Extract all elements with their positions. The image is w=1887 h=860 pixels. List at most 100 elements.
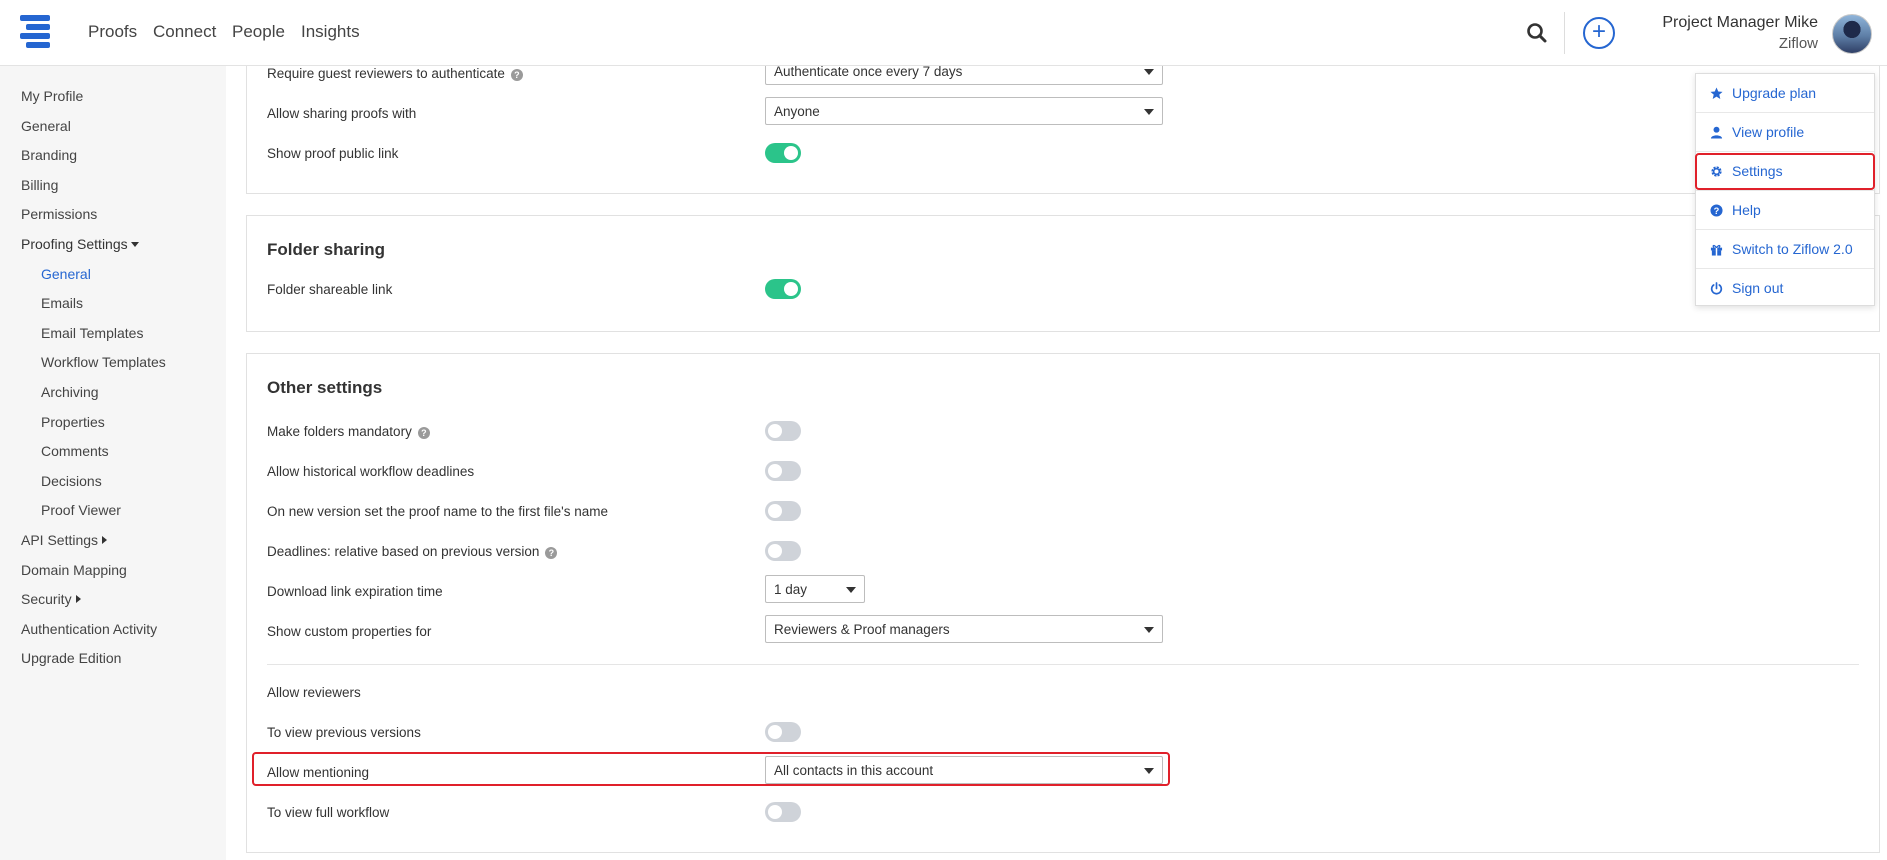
view-workflow-toggle[interactable] (765, 802, 801, 822)
avatar[interactable] (1832, 14, 1872, 54)
caret-right-icon (75, 595, 81, 603)
deadlines-relative-text: Deadlines: relative based on previous ve… (267, 544, 540, 559)
sharing-settings-card: Require guest reviewers to authenticate?… (246, 66, 1880, 194)
menu-item-label: Upgrade plan (1732, 85, 1817, 101)
menu-item-label: Sign out (1732, 280, 1784, 296)
menu-item-switch-ziflow[interactable]: Switch to Ziflow 2.0 (1696, 230, 1874, 269)
chevron-down-icon (1144, 69, 1154, 75)
nav-proofs[interactable]: Proofs (88, 22, 137, 42)
sidebar-subitem-general[interactable]: General (41, 266, 91, 282)
custom-properties-label: Show custom properties for (267, 624, 432, 639)
sidebar-item-upgrade-edition[interactable]: Upgrade Edition (21, 650, 121, 666)
sidebar-item-billing[interactable]: Billing (21, 177, 58, 193)
search-icon[interactable] (1526, 22, 1548, 44)
caret-down-icon (130, 242, 139, 247)
settings-sidebar: My Profile General Branding Billing Perm… (0, 66, 226, 860)
sidebar-subitem-decisions[interactable]: Decisions (41, 473, 102, 489)
nav-connect[interactable]: Connect (153, 22, 216, 42)
folders-mandatory-toggle[interactable] (765, 421, 801, 441)
deadlines-relative-toggle[interactable] (765, 541, 801, 561)
download-expiration-label: Download link expiration time (267, 584, 443, 599)
user-organization[interactable]: Ziflow (1779, 35, 1818, 52)
sidebar-item-api-settings[interactable]: API Settings (21, 532, 108, 548)
select-value: 1 day (774, 582, 808, 597)
svg-text:?: ? (1714, 206, 1720, 216)
settings-main: Require guest reviewers to authenticate?… (226, 66, 1887, 860)
other-settings-card: Other settings Make folders mandatory? A… (246, 353, 1880, 853)
sidebar-subitem-archiving[interactable]: Archiving (41, 384, 99, 400)
folder-shareable-toggle[interactable] (765, 279, 801, 299)
section-divider (267, 664, 1859, 665)
sidebar-item-label: Security (21, 591, 72, 607)
highlight-box (1695, 153, 1875, 190)
star-icon (1710, 87, 1723, 99)
highlight-box (252, 752, 1170, 786)
sidebar-item-label: Proofing Settings (21, 236, 128, 252)
require-guest-auth-select[interactable]: Authenticate once every 7 days (765, 66, 1163, 85)
menu-item-view-profile[interactable]: View profile (1696, 113, 1874, 152)
sidebar-item-security[interactable]: Security (21, 591, 81, 607)
allow-sharing-label: Allow sharing proofs with (267, 106, 417, 121)
folder-sharing-title: Folder sharing (267, 240, 386, 259)
question-circle-icon: ? (1710, 204, 1723, 217)
sidebar-item-proofing-settings[interactable]: Proofing Settings (21, 236, 139, 252)
ziflow-logo-icon[interactable] (20, 15, 54, 49)
public-link-toggle[interactable] (765, 143, 801, 163)
help-icon[interactable]: ? (417, 427, 430, 439)
view-previous-label: To view previous versions (267, 725, 421, 740)
view-previous-toggle[interactable] (765, 722, 801, 742)
help-icon[interactable]: ? (510, 69, 523, 81)
allow-reviewers-heading: Allow reviewers (267, 685, 361, 700)
nav-insights[interactable]: Insights (301, 22, 360, 42)
select-value: Reviewers & Proof managers (774, 622, 950, 637)
help-icon[interactable]: ? (545, 547, 558, 559)
sidebar-item-branding[interactable]: Branding (21, 147, 77, 163)
caret-right-icon (102, 536, 108, 544)
sidebar-item-label: API Settings (21, 532, 99, 548)
sidebar-item-general[interactable]: General (21, 118, 71, 134)
require-guest-auth-text: Require guest reviewers to authenticate (267, 66, 505, 81)
top-navigation: Proofs Connect People Insights + Project… (0, 0, 1887, 66)
sidebar-subitem-emails[interactable]: Emails (41, 295, 83, 311)
view-workflow-label: To view full workflow (267, 805, 390, 820)
folder-shareable-label: Folder shareable link (267, 282, 393, 297)
select-value: Authenticate once every 7 days (774, 66, 963, 79)
allow-sharing-select[interactable]: Anyone (765, 97, 1163, 125)
sidebar-subitem-comments[interactable]: Comments (41, 443, 109, 459)
sidebar-subitem-workflow-templates[interactable]: Workflow Templates (41, 354, 166, 370)
nav-divider (1564, 12, 1565, 54)
sidebar-subitem-properties[interactable]: Properties (41, 414, 105, 430)
folders-mandatory-label: Make folders mandatory? (267, 424, 430, 439)
sidebar-item-permissions[interactable]: Permissions (21, 206, 97, 222)
nav-people[interactable]: People (232, 22, 285, 42)
sidebar-item-domain-mapping[interactable]: Domain Mapping (21, 562, 127, 578)
sidebar-subitem-email-templates[interactable]: Email Templates (41, 325, 143, 341)
sidebar-item-authentication-activity[interactable]: Authentication Activity (21, 621, 157, 637)
gift-icon (1710, 244, 1723, 256)
menu-item-sign-out[interactable]: Sign out (1696, 269, 1874, 308)
other-settings-title: Other settings (267, 378, 383, 397)
deadlines-relative-label: Deadlines: relative based on previous ve… (267, 544, 558, 559)
custom-properties-select[interactable]: Reviewers & Proof managers (765, 615, 1163, 643)
user-name[interactable]: Project Manager Mike (1662, 14, 1818, 32)
chevron-down-icon (1144, 627, 1154, 633)
menu-item-label: View profile (1732, 124, 1805, 140)
chevron-down-icon (1144, 109, 1154, 115)
menu-item-upgrade-plan[interactable]: Upgrade plan (1696, 74, 1874, 113)
user-icon (1710, 126, 1723, 139)
chevron-down-icon (846, 587, 856, 593)
menu-item-help[interactable]: ? Help (1696, 191, 1874, 230)
sidebar-subitem-proof-viewer[interactable]: Proof Viewer (41, 502, 121, 518)
historical-deadlines-toggle[interactable] (765, 461, 801, 481)
user-dropdown-menu: Upgrade plan View profile Settings ? Hel… (1695, 73, 1875, 306)
add-new-button[interactable]: + (1583, 17, 1615, 49)
download-expiration-select[interactable]: 1 day (765, 575, 865, 603)
menu-item-label: Help (1732, 202, 1761, 218)
new-version-name-toggle[interactable] (765, 501, 801, 521)
menu-item-label: Switch to Ziflow 2.0 (1732, 241, 1853, 257)
historical-deadlines-label: Allow historical workflow deadlines (267, 464, 475, 479)
require-guest-auth-label: Require guest reviewers to authenticate? (267, 66, 523, 81)
sidebar-item-my-profile[interactable]: My Profile (21, 88, 83, 104)
folder-sharing-card: Folder sharing Folder shareable link (246, 215, 1880, 332)
new-version-name-label: On new version set the proof name to the… (267, 504, 608, 519)
